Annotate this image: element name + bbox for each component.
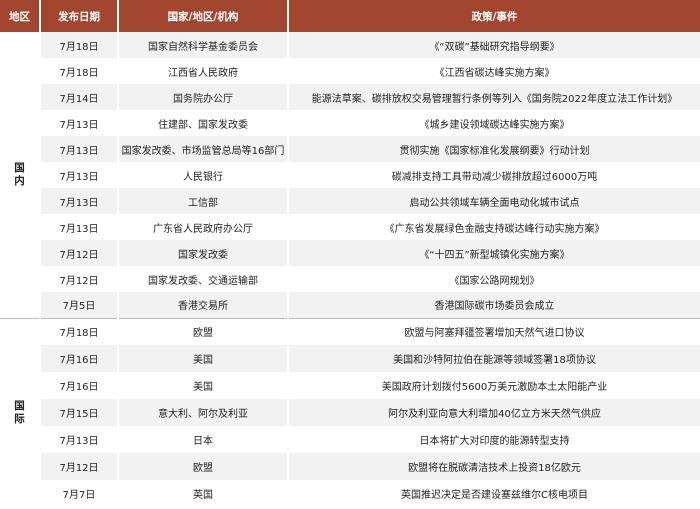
org-cell: 工信部 xyxy=(118,188,289,214)
table-row: 7月13日 住建部、国家发改委 《城乡建设领域碳达峰实施方案》 xyxy=(0,110,700,136)
org-cell: 国家发改委、交通运输部 xyxy=(118,266,289,292)
table-row: 7月13日 工信部 启动公共领域车辆全面电动化城市试点 xyxy=(0,188,700,214)
event-cell: 《江西省碳达峰实施方案》 xyxy=(434,67,555,79)
event-cell: 《“十四五”新型城镇化实施方案》 xyxy=(288,240,700,266)
event-cell: 碳减排支持工具带动减少碳排放超过6000万吨 xyxy=(391,171,598,183)
org-cell: 江西省人民政府 xyxy=(118,58,289,84)
date-cell: 7月12日 xyxy=(40,240,119,266)
event-cell: 英国推迟决定是否建设塞兹维尔C核电项目 xyxy=(401,490,588,501)
date-cell: 7月18日 xyxy=(40,32,119,58)
table-row: 7月15日 意大利、阿尔及利亚 阿尔及利亚向意大利增加40亿立方米天然气供应 xyxy=(0,399,700,426)
event-cell: 《国家公路网规划》 xyxy=(449,275,540,287)
date-cell: 7月18日 xyxy=(40,58,119,84)
org-cell: 香港交易所 xyxy=(118,292,289,318)
table-row: 7月16日 美国 美国和沙特阿拉伯在能源等领域签署18项协议 xyxy=(0,345,700,372)
org-cell: 人民银行 xyxy=(118,162,289,188)
date-cell: 7月15日 xyxy=(40,399,119,426)
org-cell: 欧盟 xyxy=(118,317,289,345)
header-date: 发布日期 xyxy=(40,0,119,32)
table-row: 7月14日 国务院办公厅 能源法草案、碳排放权交易管理暂行条例等列入《国务院2022… xyxy=(0,84,700,110)
date-cell: 7月13日 xyxy=(40,136,119,162)
org-cell: 意大利、阿尔及利亚 xyxy=(118,399,289,426)
table-row: 7月16日 美国 美国政府计划拨付5600万美元激励本土太阳能产业 xyxy=(0,372,700,399)
org-cell: 广东省人民政府办公厅 xyxy=(118,214,289,240)
date-cell: 7月13日 xyxy=(40,426,119,453)
org-cell: 英国 xyxy=(118,480,289,507)
org-cell: 住建部、国家发改委 xyxy=(118,110,289,136)
org-cell: 国家发改委、市场监管总局等16部门 xyxy=(118,136,289,162)
org-cell: 国家自然科学基金委员会 xyxy=(118,32,289,58)
table-row: 7月12日 欧盟 欧盟将在脱碳清洁技术上投资18亿欧元 xyxy=(0,453,700,480)
event-cell: 能源法草案、碳排放权交易管理暂行条例等列入《国务院2022年度立法工作计划》 xyxy=(288,84,700,110)
event-cell: 欧盟与阿塞拜疆签署增加天然气进口协议 xyxy=(288,317,700,345)
date-cell: 7月5日 xyxy=(40,292,119,318)
table-row: 7月13日 日本 日本将扩大对印度的能源转型支持 xyxy=(0,426,700,453)
org-cell: 国务院办公厅 xyxy=(118,84,289,110)
date-cell: 7月12日 xyxy=(40,453,119,480)
table-row: 7月13日 人民银行 碳减排支持工具带动减少碳排放超过6000万吨 xyxy=(0,162,700,188)
table-row: 7月13日 国家发改委、市场监管总局等16部门 贯彻实施《国家标准化发展纲要》行动计… xyxy=(0,136,700,162)
event-cell: 启动公共领域车辆全面电动化城市试点 xyxy=(288,188,700,214)
date-cell: 7月18日 xyxy=(40,317,119,345)
event-cell: 贯彻实施《国家标准化发展纲要》行动计划 xyxy=(288,136,700,162)
table-row: 7月13日 广东省人民政府办公厅 《广东省发展绿色金融支持碳达峰行动实施方案》 xyxy=(0,214,700,240)
date-cell: 7月13日 xyxy=(40,188,119,214)
table-row: 国 内 7月18日 国家自然科学基金委员会 《“双碳”基础研究指导纲要》 xyxy=(0,32,700,318)
table-row: 国 际 7月18日 欧盟 欧盟与阿塞拜疆签署增加天然气进口协议 xyxy=(0,317,700,507)
date-cell: 7月14日 xyxy=(40,84,119,110)
org-cell: 美国 xyxy=(118,345,289,372)
org-cell: 国家发改委 xyxy=(118,240,289,266)
event-cell: 《城乡建设领域碳达峰实施方案》 xyxy=(419,119,570,131)
header-org: 国家/地区/机构 xyxy=(118,0,289,32)
event-cell: 欧盟将在脱碳清洁技术上投资18亿欧元 xyxy=(288,453,700,480)
header-region: 地区 xyxy=(0,0,41,32)
date-cell: 7月16日 xyxy=(40,372,119,399)
event-cell: 香港国际碳市场委员会成立 xyxy=(288,292,700,318)
event-cell: 阿尔及利亚向意大利增加40亿立方米天然气供应 xyxy=(288,399,700,426)
org-cell: 欧盟 xyxy=(118,453,289,480)
policy-table: 地区 发布日期 国家/地区/机构 政策/事件 国 内 7月18日 国家自然科学基金委… xyxy=(0,0,700,507)
header-event: 政策/事件 xyxy=(288,0,700,32)
table-row: 7月7日 英国 英国推迟决定是否建设塞兹维尔C核电项目 xyxy=(0,480,700,507)
table-row: 7月12日 国家发改委、交通运输部 《国家公路网规划》 xyxy=(0,266,700,292)
table-row: 7月18日 江西省人民政府 《江西省碳达峰实施方案》 xyxy=(0,58,700,84)
org-cell: 日本 xyxy=(118,426,289,453)
date-cell: 7月13日 xyxy=(40,214,119,240)
event-cell: 日本将扩大对印度的能源转型支持 xyxy=(419,436,570,447)
region-cell: 国 内 xyxy=(0,32,41,318)
region-cell: 国 际 xyxy=(0,317,41,507)
date-cell: 7月16日 xyxy=(40,345,119,372)
table-row: 7月5日 香港交易所 香港国际碳市场委员会成立 xyxy=(0,292,700,318)
date-cell: 7月7日 xyxy=(40,480,119,507)
date-cell: 7月13日 xyxy=(40,110,119,136)
event-cell: 《广东省发展绿色金融支持碳达峰行动实施方案》 xyxy=(384,223,605,235)
date-cell: 7月13日 xyxy=(40,162,119,188)
org-cell: 美国 xyxy=(118,372,289,399)
event-cell: 美国和沙特阿拉伯在能源等领域签署18项协议 xyxy=(288,345,700,372)
event-cell: 美国政府计划拨付5600万美元激励本土太阳能产业 xyxy=(381,382,608,393)
table-header: 地区 发布日期 国家/地区/机构 政策/事件 xyxy=(0,0,700,32)
table-row: 7月12日 国家发改委 《“十四五”新型城镇化实施方案》 xyxy=(0,240,700,266)
event-cell: 《“双碳”基础研究指导纲要》 xyxy=(288,32,700,58)
date-cell: 7月12日 xyxy=(40,266,119,292)
